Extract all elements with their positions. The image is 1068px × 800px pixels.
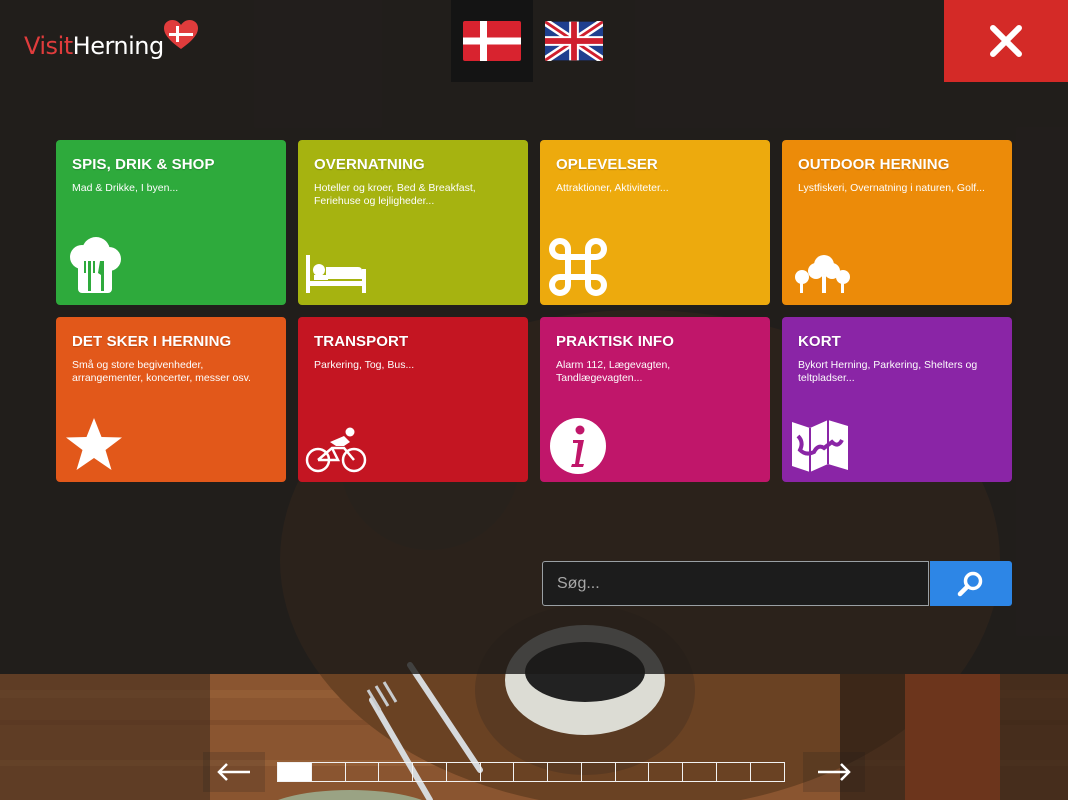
- page-dot[interactable]: [683, 763, 717, 781]
- next-page-button[interactable]: [803, 752, 865, 792]
- arrow-right-icon: [818, 763, 851, 781]
- danish-flag-icon: [463, 21, 521, 61]
- tile-subtitle: Alarm 112, Lægevagten, Tandlægevagten...: [556, 359, 671, 384]
- tile-title: DET SKER I HERNING: [72, 333, 232, 350]
- tile-title: KORT: [798, 333, 841, 350]
- tile-subtitle: Parkering, Tog, Bus...: [314, 359, 415, 371]
- tile-title: PRAKTISK INFO: [556, 333, 674, 350]
- logo-herning-text: Herning: [72, 32, 165, 60]
- close-button[interactable]: [944, 0, 1068, 82]
- tile-title: OVERNATNING: [314, 156, 425, 173]
- command-key-icon: [549, 238, 607, 296]
- page-dot[interactable]: [413, 763, 447, 781]
- page-dot[interactable]: [514, 763, 548, 781]
- tile-title: SPIS, DRIK & SHOP: [72, 156, 215, 173]
- logo-text: VisitHerning: [24, 32, 164, 60]
- tile-subtitle: Mad & Drikke, I byen...: [72, 182, 179, 194]
- visitherning-logo[interactable]: VisitHerning: [24, 18, 204, 68]
- logo-visit-text: Visit: [24, 32, 73, 60]
- heart-flag-icon: [164, 20, 198, 49]
- page-dot[interactable]: [649, 763, 683, 781]
- tile-subtitle: Lystfiskeri, Overnatning i naturen, Golf…: [798, 182, 985, 194]
- search-input[interactable]: [542, 561, 929, 606]
- trees-icon: [795, 255, 850, 293]
- page-indicator: [277, 762, 786, 782]
- tile-transport[interactable]: TRANSPORT Parkering, Tog, Bus...: [298, 317, 528, 482]
- page-dot[interactable]: [312, 763, 346, 781]
- search-icon: [957, 571, 983, 596]
- tile-kort[interactable]: KORT Bykort Herning, Parkering, Shelters…: [782, 317, 1012, 482]
- header-bar: VisitHerning: [0, 0, 1068, 82]
- search-button[interactable]: [930, 561, 1012, 606]
- tile-overnatning[interactable]: OVERNATNING Hoteller og kroer, Bed & Bre…: [298, 140, 528, 305]
- tile-subtitle: Små og store begivenheder, arrangementer…: [72, 359, 251, 384]
- page-dot[interactable]: [717, 763, 751, 781]
- page-dot[interactable]: [447, 763, 481, 781]
- map-icon: [792, 420, 848, 472]
- tile-praktisk-info[interactable]: PRAKTISK INFO Alarm 112, Lægevagten, Tan…: [540, 317, 770, 482]
- tile-title: OUTDOOR HERNING: [798, 156, 950, 173]
- tile-subtitle: Attraktioner, Aktiviteter...: [556, 182, 669, 194]
- language-danish-button[interactable]: [451, 0, 533, 82]
- tile-title: TRANSPORT: [314, 333, 409, 350]
- page-dot[interactable]: [379, 763, 413, 781]
- bed-icon: [306, 255, 366, 293]
- tile-outdoor-herning[interactable]: OUTDOOR HERNING Lystfiskeri, Overnatning…: [782, 140, 1012, 305]
- tile-subtitle: Bykort Herning, Parkering, Shelters og t…: [798, 359, 978, 384]
- page-dot[interactable]: [582, 763, 616, 781]
- page-dot[interactable]: [751, 763, 785, 781]
- tile-title: OPLEVELSER: [556, 156, 658, 173]
- tile-oplevelser[interactable]: OPLEVELSER Attraktioner, Aktiviteter...: [540, 140, 770, 305]
- star-icon: [66, 418, 122, 470]
- tile-subtitle: Hoteller og kroer, Bed & Breakfast, Feri…: [314, 182, 476, 207]
- uk-flag-icon: [545, 21, 603, 61]
- chef-hat-icon: [70, 237, 121, 293]
- page-dot[interactable]: [481, 763, 515, 781]
- page-dot[interactable]: [346, 763, 380, 781]
- cyclist-icon: [305, 427, 367, 473]
- page-dot[interactable]: [616, 763, 650, 781]
- tile-det-sker-i-herning[interactable]: DET SKER I HERNING Små og store begivenh…: [56, 317, 286, 482]
- info-icon: [550, 418, 606, 474]
- close-icon: [990, 25, 1022, 57]
- tile-spis-drik-shop[interactable]: SPIS, DRIK & SHOP Mad & Drikke, I byen..…: [56, 140, 286, 305]
- previous-page-button[interactable]: [203, 752, 265, 792]
- language-english-button[interactable]: [533, 0, 615, 82]
- page-dot[interactable]: [548, 763, 582, 781]
- arrow-left-icon: [217, 763, 250, 781]
- page-dot[interactable]: [278, 763, 312, 781]
